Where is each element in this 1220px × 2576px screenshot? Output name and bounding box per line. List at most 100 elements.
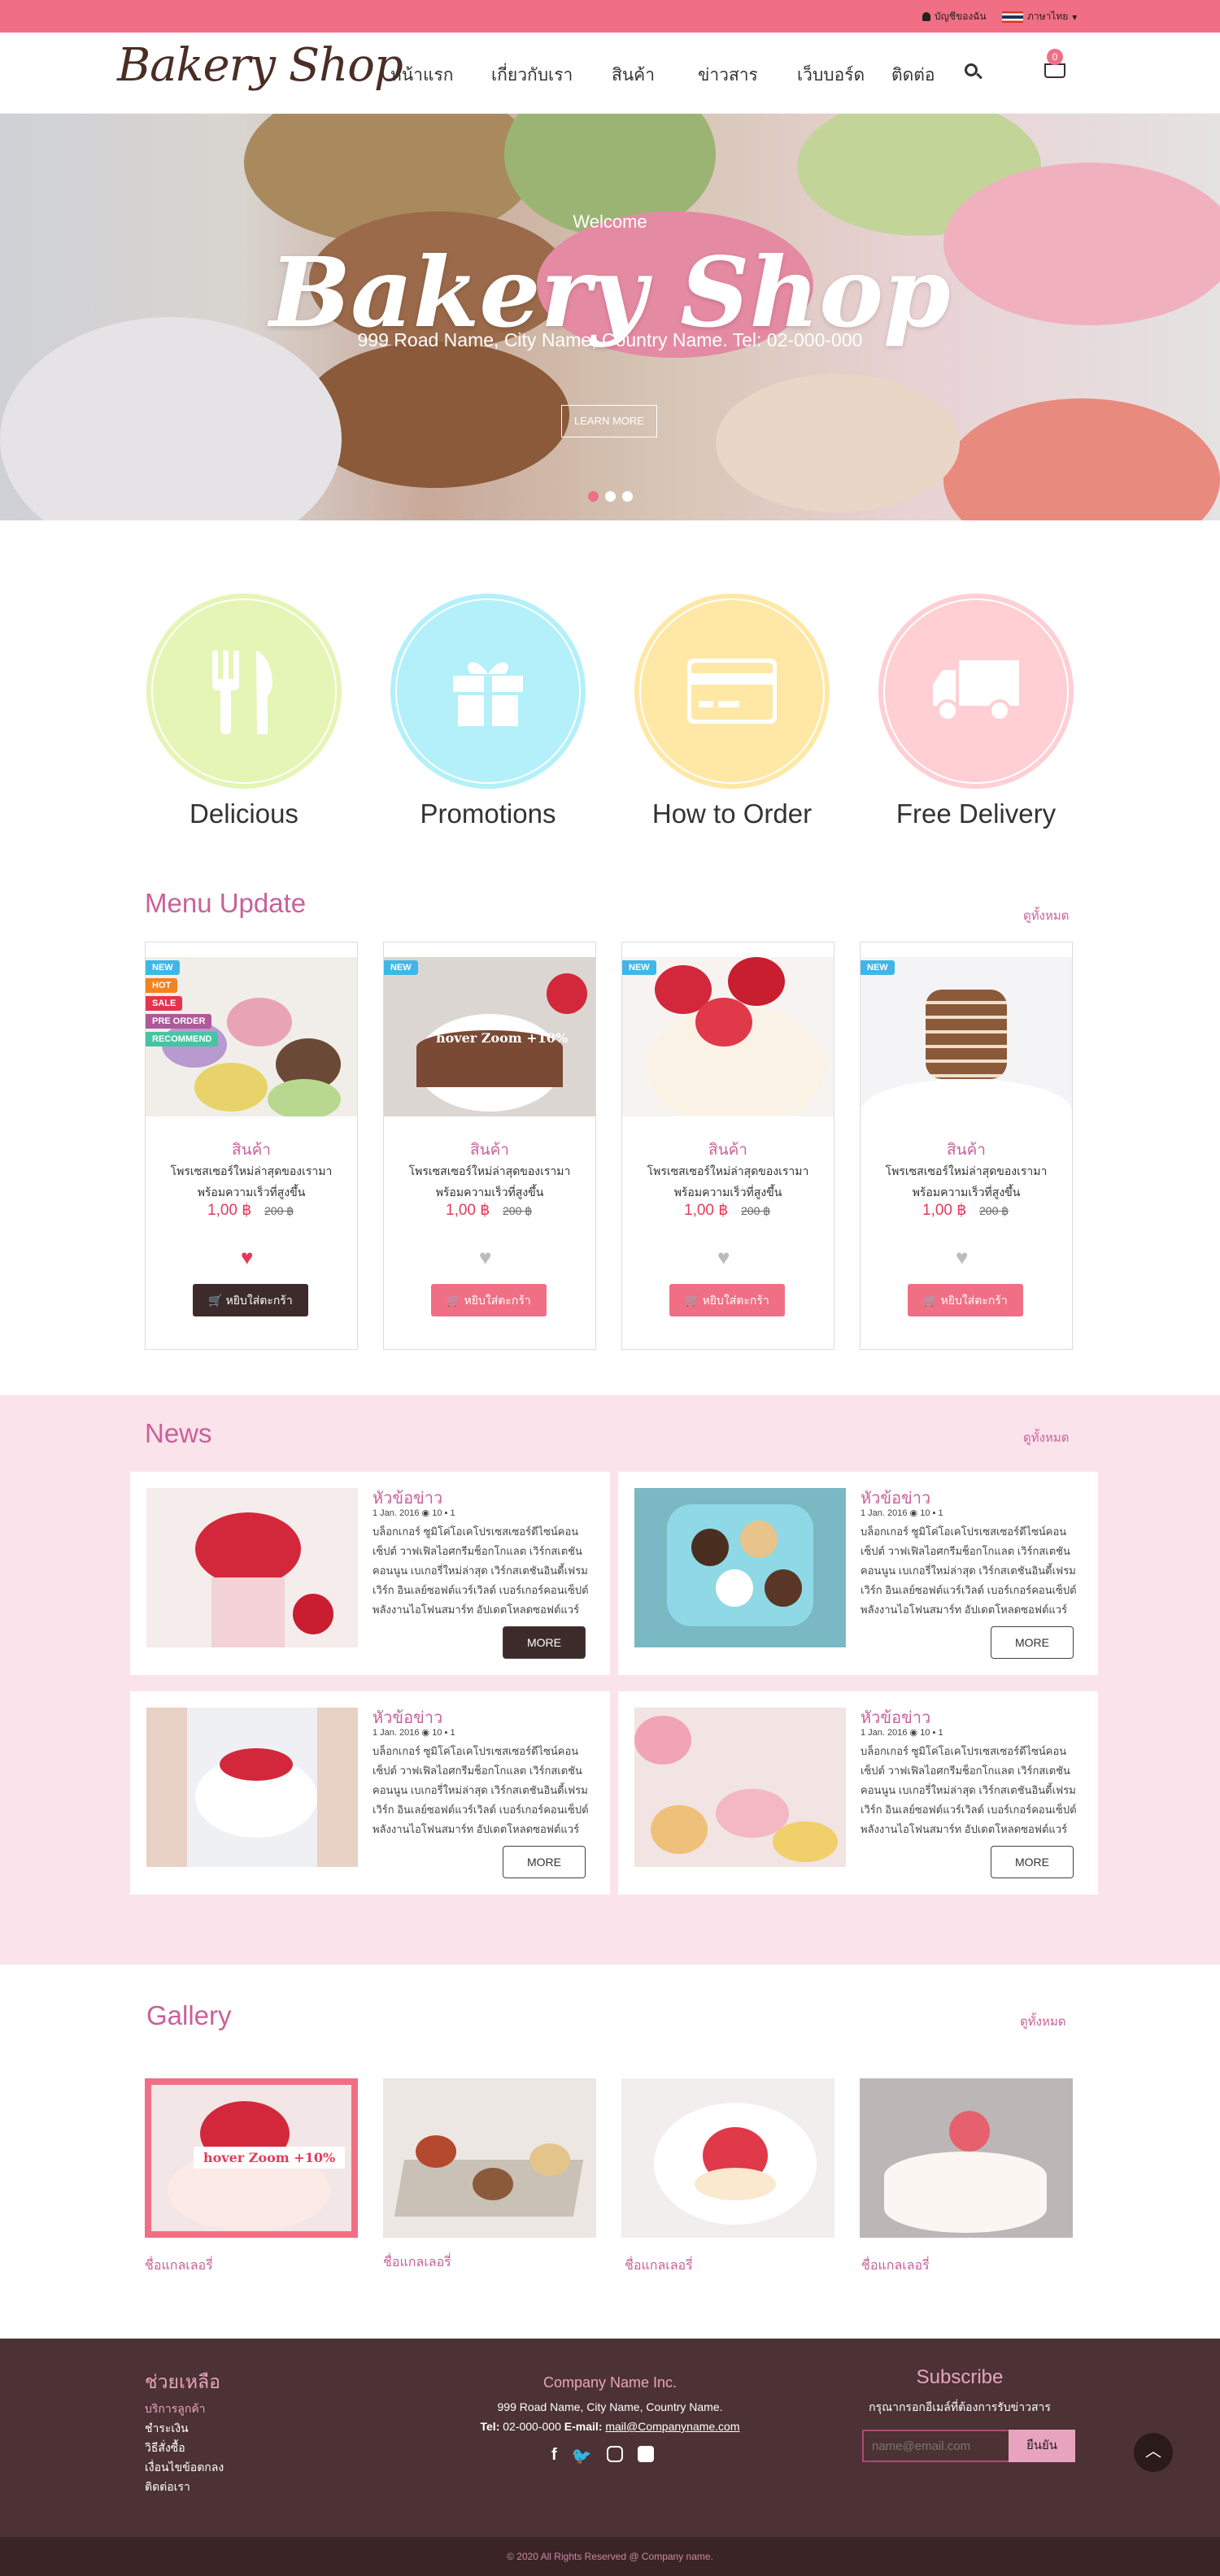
gallery-view-all-link[interactable]: ดูทั้งหมด — [1020, 2012, 1065, 2031]
cream-image — [695, 2168, 776, 2200]
language-label: ภาษาไทย — [1027, 11, 1069, 22]
product-name[interactable]: สินค้า — [384, 1138, 595, 1162]
site-logo[interactable]: Bakery Shop — [117, 39, 403, 92]
news-body: บล็อกเกอร์ ซูมิโค่โอเคโปรเซสเซอร์ดีไซน์ค… — [861, 1745, 1077, 1835]
strawberry-image — [695, 998, 752, 1046]
add-to-cart-button[interactable]: 🛒 หยิบใส่ตะกร้า — [908, 1284, 1023, 1316]
product-image[interactable]: NEW — [622, 957, 834, 1116]
thai-flag-icon — [1002, 11, 1023, 23]
news-image[interactable] — [634, 1708, 846, 1867]
nav-item-news[interactable]: ข่าวสาร — [698, 62, 758, 89]
product-card: NEW hover Zoom +10% สินค้า โพรเซสเซอร์ให… — [383, 942, 596, 1350]
product-name[interactable]: สินค้า — [622, 1138, 834, 1162]
product-image[interactable]: NEW HOT SALE PRE ORDER RECOMMEND — [146, 957, 357, 1116]
nav-item-products[interactable]: สินค้า — [612, 62, 655, 89]
macaron-image — [227, 998, 292, 1046]
dessert-image — [529, 2143, 570, 2176]
gallery-caption[interactable]: ชื่อแกลเลอรี่ — [383, 2252, 451, 2273]
news-image[interactable] — [146, 1488, 358, 1647]
product-price: 1,00 ฿ — [446, 1202, 490, 1219]
youtube-icon[interactable] — [637, 2446, 654, 2462]
cart-icon[interactable] — [1044, 63, 1065, 78]
nav-item-webboard[interactable]: เว็บบอร์ด — [797, 62, 865, 89]
news-image[interactable] — [634, 1488, 846, 1647]
instagram-icon[interactable] — [606, 2446, 623, 2462]
add-to-cart-button[interactable]: 🛒 หยิบใส่ตะกร้า — [431, 1284, 547, 1316]
nav-item-home[interactable]: หน้าแรก — [390, 62, 454, 89]
macaron-image — [301, 342, 569, 488]
account-label: บัญชีของฉัน — [935, 11, 987, 22]
heart-icon[interactable]: ♥ — [956, 1245, 968, 1270]
heart-icon[interactable]: ♥ — [241, 1245, 253, 1270]
twitter-icon[interactable]: 🐦 — [572, 2446, 592, 2466]
more-button[interactable]: MORE — [991, 1626, 1074, 1659]
news-meta: 1 Jan. 2016 ◉ 10 ▪ 1 — [373, 1508, 455, 1518]
gallery-item[interactable] — [383, 2078, 596, 2238]
nav-item-about[interactable]: เกี่ยวกับเรา — [491, 62, 573, 89]
language-selector[interactable]: ภาษาไทย ▾ — [1002, 9, 1077, 24]
help-link[interactable]: บริการลูกค้า — [145, 2400, 206, 2418]
subscribe-title: Subscribe — [916, 2366, 1004, 2388]
feature-circle — [878, 594, 1074, 789]
news-view-all-link[interactable]: ดูทั้งหมด — [1023, 1428, 1069, 1447]
heart-icon[interactable]: ♥ — [479, 1245, 491, 1270]
heart-icon[interactable]: ♥ — [717, 1245, 730, 1270]
search-icon[interactable] — [965, 63, 978, 76]
slide-dot[interactable] — [622, 491, 633, 502]
macaron-image — [716, 374, 960, 512]
gallery-caption[interactable]: ชื่อแกลเลอรี่ — [145, 2256, 213, 2276]
news-body: บล็อกเกอร์ ซูมิโค่โอเคโปรเซสเซอร์ดีไซน์ค… — [373, 1745, 589, 1835]
feature-how-to-order[interactable]: How to Order — [634, 594, 830, 829]
macaron-image — [651, 1805, 708, 1854]
help-link[interactable]: ติดต่อเรา — [145, 2478, 190, 2496]
subscribe-button[interactable]: ยืนยัน — [1009, 2430, 1075, 2462]
macaron-image — [634, 1716, 691, 1764]
more-button[interactable]: MORE — [991, 1846, 1074, 1878]
product-name[interactable]: สินค้า — [146, 1138, 357, 1162]
macaron-image — [773, 1821, 838, 1862]
help-link[interactable]: ชำระเงิน — [145, 2420, 189, 2438]
more-button[interactable]: MORE — [503, 1846, 586, 1878]
product-old-price: 200 ฿ — [503, 1204, 533, 1217]
slide-dot[interactable] — [588, 491, 599, 502]
product-old-price: 200 ฿ — [979, 1204, 1009, 1217]
gallery-item[interactable]: hover Zoom +10% — [145, 2078, 358, 2238]
nav-item-contact[interactable]: ติดต่อ — [891, 62, 935, 89]
gallery-item[interactable] — [621, 2078, 834, 2238]
gallery-caption[interactable]: ชื่อแกลเลอรี่ — [861, 2256, 930, 2276]
feature-delicious[interactable]: Delicious — [146, 594, 342, 829]
user-icon — [922, 12, 930, 21]
slide-dot[interactable] — [605, 491, 616, 502]
company-name: Company Name Inc. — [542, 2374, 678, 2391]
account-link[interactable]: บัญชีของฉัน — [922, 9, 987, 24]
facebook-icon[interactable]: f — [551, 2446, 557, 2466]
product-price: 1,00 ฿ — [684, 1202, 729, 1219]
add-to-cart-button[interactable]: 🛒 หยิบใส่ตะกร้า — [669, 1284, 785, 1316]
gallery-caption[interactable]: ชื่อแกลเลอรี่ — [625, 2256, 693, 2276]
product-image[interactable]: NEW — [861, 957, 1072, 1116]
chocolate-image — [691, 1529, 729, 1566]
email-label: E-mail: — [564, 2420, 603, 2433]
top-bar: บัญชีของฉัน ภาษาไทย ▾ — [0, 0, 1220, 33]
email-link[interactable]: mail@Companyname.com — [605, 2420, 739, 2433]
learn-more-button[interactable]: LEARN MORE — [561, 405, 657, 437]
menu-view-all-link[interactable]: ดูทั้งหมด — [1023, 906, 1069, 925]
product-image[interactable]: NEW hover Zoom +10% — [384, 957, 595, 1116]
add-to-cart-button[interactable]: 🛒 หยิบใส่ตะกร้า — [193, 1284, 308, 1316]
product-price: 1,00 ฿ — [207, 1202, 252, 1219]
news-image[interactable] — [146, 1708, 358, 1867]
feature-free-delivery[interactable]: Free Delivery — [878, 594, 1074, 829]
more-button[interactable]: MORE — [503, 1626, 586, 1659]
product-name[interactable]: สินค้า — [861, 1138, 1072, 1162]
gallery-item[interactable] — [860, 2078, 1073, 2238]
back-to-top-button[interactable]: ︿ — [1134, 2433, 1173, 2472]
subscribe-email-input[interactable] — [862, 2430, 1009, 2462]
macaron-image — [943, 398, 1220, 520]
chocolate-image — [740, 1521, 778, 1558]
feature-promotions[interactable]: Promotions — [390, 594, 586, 829]
feature-label: Free Delivery — [895, 798, 1057, 829]
feature-label: Promotions — [420, 798, 556, 829]
help-title: ช่วยเหลือ — [145, 2371, 220, 2392]
help-link[interactable]: วิธีสั่งซื้อ — [145, 2439, 185, 2457]
help-link[interactable]: เงื่อนไขข้อตกลง — [145, 2459, 224, 2477]
